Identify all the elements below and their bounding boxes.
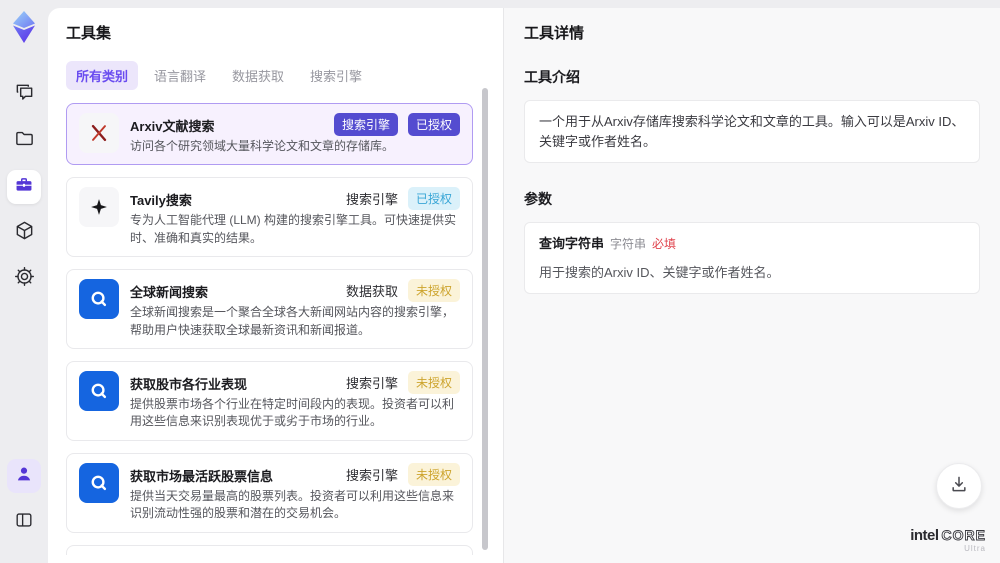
tool-description: 全球新闻搜索是一个聚合全球各大新闻网站内容的搜索引擎，帮助用户快速获取全球最新资… [130, 305, 455, 337]
tool-name: 获取市场最活跃股票信息 [130, 468, 274, 484]
tool-status-badge: 已授权 [407, 187, 460, 211]
tool-name: Tavily搜索 [130, 193, 192, 209]
sparkle-icon [79, 187, 119, 228]
tool-card[interactable]: 万维地区新闻查询 搜索引擎 未授权 查询具体行政区划内的新闻，快速了解各地新闻动 [66, 544, 473, 555]
tool-card[interactable]: Arxiv文献搜索 搜索引擎 已授权 访问各个研究领域大量科学论文和文章的存储库… [66, 103, 473, 166]
tool-card[interactable]: 全球新闻搜索 数据获取 未授权 全球新闻搜索是一个聚合全球各大新闻网站内容的搜索… [66, 269, 473, 349]
param-description: 用于搜索的Arxiv ID、关键字或作者姓名。 [539, 264, 780, 280]
tool-detail-panel: 工具详情 工具介绍 一个用于从Arxiv存储库搜索科学论文和文章的工具。输入可以… [503, 8, 1000, 563]
download-button[interactable] [936, 463, 982, 509]
download-icon [949, 474, 969, 499]
category-tab[interactable]: 语言翻译 [144, 61, 216, 90]
params-box: 查询字符串 字符串 必填用于搜索的Arxiv ID、关键字或作者姓名。 [524, 222, 980, 294]
tool-category: 搜索引擎 [333, 113, 398, 136]
category-tab[interactable]: 搜索引擎 [300, 61, 372, 90]
tool-category: 数据获取 [345, 284, 398, 300]
tool-category: 搜索引擎 [345, 375, 398, 391]
tool-name: Arxiv文献搜索 [130, 119, 215, 134]
sidebar-item-panel-toggle[interactable] [7, 505, 41, 539]
sidebar-item-account[interactable] [7, 459, 41, 493]
tool-card[interactable]: 获取股市各行业表现 搜索引擎 未授权 提供股票市场各个行业在特定时间段内的表现。… [66, 360, 473, 441]
tool-status-badge: 未授权 [407, 279, 460, 303]
search-app-icon [79, 370, 119, 411]
param-type: 字符串 [610, 237, 647, 251]
intro-heading: 工具介绍 [524, 69, 580, 85]
param-name: 查询字符串 [539, 236, 605, 251]
sidebar-item-chat[interactable] [7, 78, 41, 112]
tool-description: 提供股票市场各个行业在特定时间段内的表现。投资者可以利用这些信息来识别表现优于或… [130, 396, 455, 429]
params-heading: 参数 [524, 191, 552, 207]
folder-icon [14, 128, 35, 154]
page-title: 工具集 [66, 25, 112, 42]
user-icon [14, 464, 34, 489]
sidebar-item-tools[interactable] [7, 170, 41, 204]
search-app-icon [79, 462, 119, 503]
tool-list-panel: 工具集 所有类别 语言翻译 数据获取 搜索引擎 Arxiv文献搜索 搜索引擎 已授权 … [48, 8, 503, 563]
tool-status-badge: 未授权 [407, 462, 460, 486]
main-content: 工具集 所有类别 语言翻译 数据获取 搜索引擎 Arxiv文献搜索 搜索引擎 已授权 … [48, 8, 1000, 563]
brand-subtext: Ultra [964, 544, 986, 553]
tool-description: 访问各个研究领域大量科学论文和文章的存储库。 [130, 139, 395, 153]
tool-status-badge: 未授权 [407, 370, 460, 394]
chat-icon [14, 82, 35, 108]
tool-description: 专为人工智能代理 (LLM) 构建的搜索引擎工具。可快速提供实时、准确和真实的结… [130, 213, 457, 245]
tool-name: 全球新闻搜索 [130, 285, 209, 301]
intel-wordmark: intel [910, 527, 939, 544]
intel-core-logo: intel CORE Ultra [910, 528, 986, 553]
sidebar-item-files[interactable] [7, 124, 41, 158]
param-row: 查询字符串 字符串 必填 [539, 234, 965, 254]
core-wordmark: CORE [941, 527, 986, 543]
search-app-icon [79, 279, 119, 320]
toolbox-icon [14, 175, 34, 200]
tool-status-badge: 已授权 [407, 113, 460, 136]
param-required-label: 必填 [652, 237, 677, 251]
list-scrollbar[interactable] [482, 88, 488, 550]
tool-name: 获取股市各行业表现 [130, 376, 248, 392]
category-tabs: 所有类别 语言翻译 数据获取 搜索引擎 [66, 61, 473, 90]
arxiv-logo-icon [79, 113, 119, 153]
category-tab[interactable]: 数据获取 [222, 61, 294, 90]
app-window: 工具集 所有类别 语言翻译 数据获取 搜索引擎 Arxiv文献搜索 搜索引擎 已授权 … [0, 0, 1000, 563]
left-rail [0, 0, 48, 563]
sidebar-item-packages[interactable] [7, 216, 41, 250]
tool-category: 搜索引擎 [345, 192, 398, 208]
sidebar-item-settings[interactable] [7, 262, 41, 296]
panel-toggle-icon [14, 510, 34, 535]
gear-icon [14, 266, 35, 292]
tool-category: 搜索引擎 [345, 467, 398, 483]
tool-description: 提供当天交易量最高的股票列表。投资者可以利用这些信息来识别流动性强的股票和潜在的… [130, 488, 455, 521]
tool-list: Arxiv文献搜索 搜索引擎 已授权 访问各个研究领域大量科学论文和文章的存储库… [66, 103, 473, 555]
tool-card[interactable]: Tavily搜索 搜索引擎 已授权 专为人工智能代理 (LLM) 构建的搜索引擎… [66, 177, 473, 258]
category-tab[interactable]: 所有类别 [66, 61, 139, 90]
detail-title: 工具详情 [524, 25, 585, 42]
intro-text: 一个用于从Arxiv存储库搜索科学论文和文章的工具。输入可以是Arxiv ID、… [524, 100, 980, 163]
cube-icon [14, 220, 35, 246]
app-logo-icon [8, 10, 40, 44]
tool-card[interactable]: 获取市场最活跃股票信息 搜索引擎 未授权 提供当天交易量最高的股票列表。投资者可… [66, 452, 473, 533]
